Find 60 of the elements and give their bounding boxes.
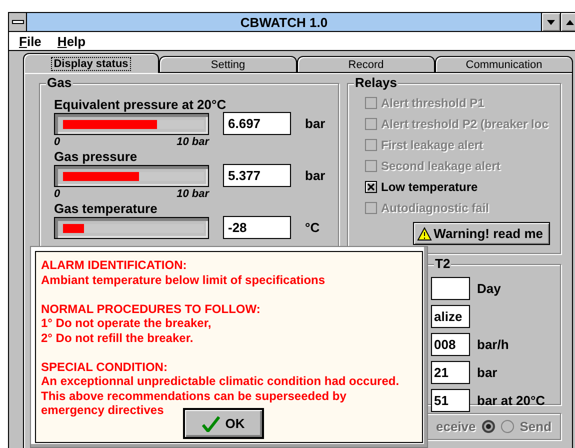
checkmark-icon (202, 416, 220, 432)
unit-label: bar (305, 116, 326, 131)
system-menu-button[interactable] (9, 13, 27, 31)
value-field: 5.377 (223, 164, 291, 187)
group-title: T2 (434, 256, 452, 271)
alarm-text: This above recommendations can be superseeded by (41, 388, 348, 403)
value-field: alize (431, 305, 470, 328)
meter-label: Gas temperature (54, 201, 158, 216)
ok-button[interactable]: OK (183, 408, 264, 439)
down-arrow-icon (547, 20, 555, 24)
group-title: Relays (354, 75, 398, 90)
radio-label: eceive (436, 419, 476, 434)
maximize-button[interactable] (560, 13, 575, 31)
checkbox-label: First leakage alert (381, 138, 484, 152)
checkbox-label: Low temperature (381, 180, 478, 194)
minimize-button[interactable] (541, 13, 560, 31)
up-arrow-icon (566, 20, 574, 24)
tab[interactable]: Communication (435, 56, 573, 73)
alarm-text: 1° Do not operate the breaker, (41, 316, 212, 330)
unit-label: bar at 20°C (477, 393, 546, 408)
scale-label: 10 bar (176, 188, 209, 201)
group-title: Gas (46, 75, 73, 90)
alarm-text: 2° Do not refill the breaker. (41, 330, 194, 345)
alarm-text: An exceptionnal unpredictable climatic condition had occured. (41, 374, 400, 388)
meter-label: Gas pressure (54, 149, 138, 164)
value-field: 21 (431, 361, 470, 384)
scale-label: 0 (54, 136, 60, 149)
value-field: 008 (431, 333, 470, 356)
scale-label: 10 bar (176, 136, 209, 149)
unit-label: bar (477, 365, 498, 380)
warning-button[interactable]: Warning! read me (412, 222, 550, 245)
alarm-text: NORMAL PROCEDURES TO FOLLOW: (41, 302, 262, 316)
value-field: 51 (431, 389, 470, 412)
unit-label: bar/h (477, 337, 509, 352)
radio-label: Send (520, 419, 552, 434)
alarm-text: Ambiant temperature below limit of specifications (41, 272, 326, 287)
alarm-text: SPECIAL CONDITION: (41, 360, 168, 374)
unit-label: Day (477, 281, 501, 296)
alarm-text: emergency directives (41, 403, 165, 418)
bar-icon (12, 20, 24, 24)
checkbox[interactable] (365, 180, 377, 192)
tab[interactable]: Setting (159, 56, 297, 73)
window-title: CBWATCH 1.0 (239, 14, 329, 31)
scale-label: 0 (54, 188, 60, 201)
checkbox-label: Alert threshold P1 (381, 96, 484, 110)
menu-item[interactable]: Help (57, 34, 86, 48)
tab[interactable]: Display status (23, 53, 159, 73)
checkbox-label: Autodiagnostic fail (381, 200, 489, 214)
menu-item[interactable]: File (19, 34, 42, 48)
alarm-text: ALARM IDENTIFICATION: (41, 258, 188, 272)
unit-label: bar (305, 168, 326, 183)
value-field: -28 (223, 216, 291, 239)
value-field: 6.697 (223, 112, 291, 135)
checkbox-label: Alert treshold P2 (breaker loc (381, 116, 548, 130)
checkbox-label: Second leakage alert (381, 158, 500, 172)
value-field (431, 277, 470, 300)
tab[interactable]: Record (297, 56, 435, 73)
meter-label: Equivalent pressure at 20°C (54, 97, 228, 112)
unit-label: °C (305, 220, 320, 235)
warning-icon (416, 226, 432, 240)
